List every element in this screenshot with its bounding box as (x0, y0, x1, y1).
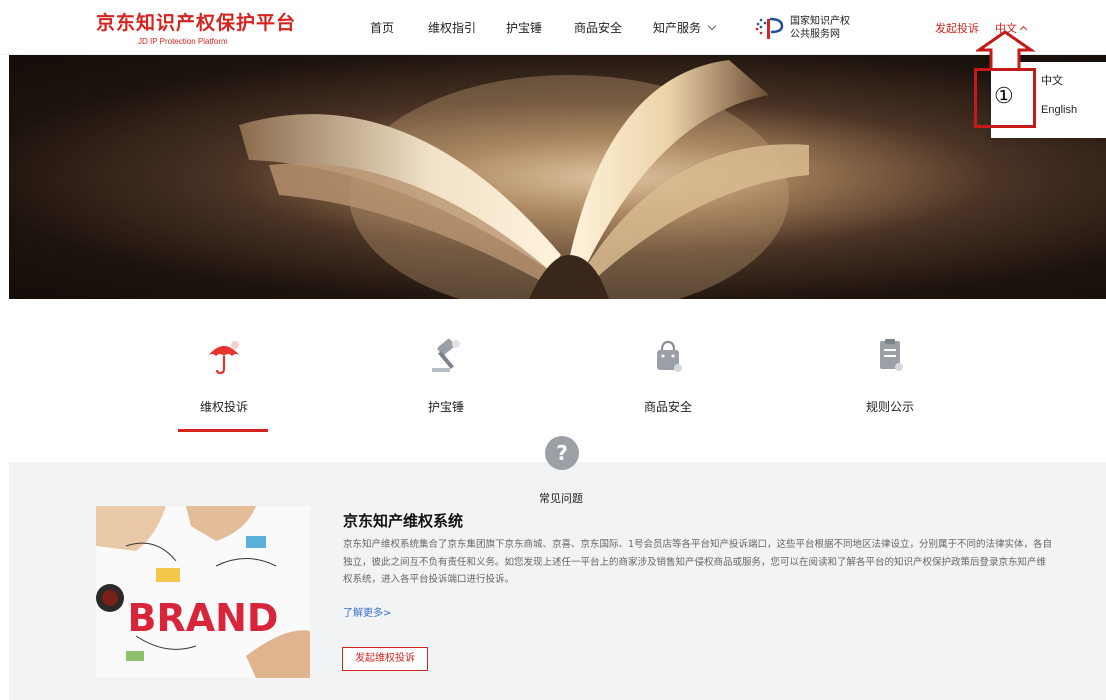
feature-label: 维权投诉 (199, 400, 248, 414)
system-title: 京东知产维权系统 (343, 512, 464, 530)
learn-more-link[interactable]: 了解更多> (343, 604, 391, 619)
question-icon: ? (545, 436, 579, 470)
start-complaint-button[interactable]: 发起维权投诉 (342, 647, 428, 671)
open-book-illustration (239, 60, 809, 299)
feature-product-safety[interactable]: 商品安全 (608, 336, 728, 415)
feature-label: 规则公示 (865, 400, 914, 414)
logo-title: 京东知识产权保护平台 (96, 12, 297, 34)
gov-text: 国家知识产权 公共服务网 (790, 15, 850, 41)
active-tab-underline (178, 429, 268, 432)
logo-subtitle: JD IP Protection Platform (138, 37, 228, 46)
nav-hammer[interactable]: 护宝锤 (506, 19, 542, 36)
nav-ip-services-label: 知产服务 (653, 21, 702, 35)
nav-home[interactable]: 首页 (370, 19, 394, 36)
annotation-number: ① (994, 84, 1014, 109)
hammer-icon (386, 336, 506, 376)
feature-label: 护宝锤 (427, 400, 464, 414)
clipboard-icon (830, 336, 950, 376)
feature-label: 商品安全 (643, 400, 692, 414)
site-logo[interactable]: 京东知识产权保护平台 JD IP Protection Platform (96, 8, 296, 46)
system-description: 京东知产维权系统集合了京东集团旗下京东商城、京喜、京东国际、1号会员店等各平台知… (343, 539, 1053, 585)
annotation-arrow-icon (976, 30, 1036, 70)
nav-product-safety[interactable]: 商品安全 (574, 19, 622, 36)
gov-line1: 国家知识产权 (790, 16, 850, 27)
gov-line2: 公共服务网 (790, 29, 840, 40)
umbrella-icon (164, 336, 284, 376)
brand-word: BRAND (128, 596, 279, 640)
brand-image: BRAND (96, 506, 310, 678)
lang-option-chinese[interactable]: 中文 (1041, 72, 1063, 88)
feature-hammer[interactable]: 护宝锤 (386, 336, 506, 415)
nav-ip-services[interactable]: 知产服务 (653, 19, 717, 36)
lang-option-english[interactable]: English (1041, 104, 1077, 116)
chevron-down-icon (707, 21, 717, 31)
cnipa-logo-icon (752, 14, 786, 42)
top-header: 京东知识产权保护平台 JD IP Protection Platform 首页 … (0, 0, 1106, 55)
feature-rules[interactable]: 规则公示 (830, 336, 950, 415)
hero-banner (9, 55, 1106, 299)
faq-title: 常见问题 (539, 492, 583, 505)
feature-rights-complaint[interactable]: 维权投诉 (164, 336, 284, 415)
nav-guide[interactable]: 维权指引 (428, 19, 476, 36)
complain-link[interactable]: 发起投诉 (935, 20, 979, 36)
bag-icon (608, 336, 728, 376)
gov-ip-link[interactable]: 国家知识产权 公共服务网 (752, 14, 850, 42)
